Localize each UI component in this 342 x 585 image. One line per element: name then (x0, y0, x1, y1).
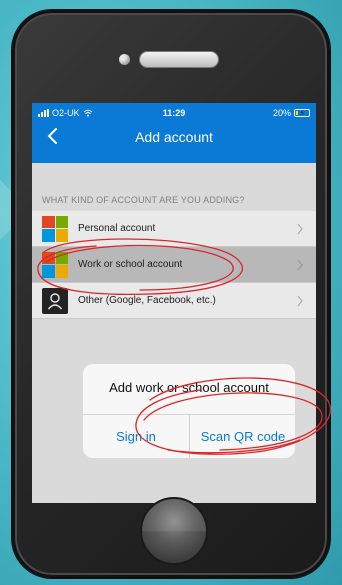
home-button[interactable] (140, 497, 208, 565)
add-account-alert: Add work or school account Sign in Scan … (83, 364, 295, 458)
earpiece-speaker (139, 51, 219, 68)
navigation-bar: O2-UK 11:29 20% ⚡ Add account (32, 103, 316, 163)
signal-strength-icon (38, 109, 49, 117)
phone-screen: O2-UK 11:29 20% ⚡ Add account WHAT KIND … (32, 103, 316, 503)
status-bar: O2-UK 11:29 20% ⚡ (32, 103, 316, 123)
scan-qr-code-button[interactable]: Scan QR code (190, 415, 295, 458)
wifi-icon (83, 109, 92, 117)
sign-in-button[interactable]: Sign in (83, 415, 189, 458)
alert-title: Add work or school account (109, 380, 269, 395)
battery-percentage: 20% (272, 108, 291, 118)
front-camera (119, 54, 130, 65)
charging-bolt-icon: ⚡ (299, 108, 306, 118)
battery-icon: ⚡ (294, 108, 310, 118)
carrier-name: O2-UK (52, 108, 80, 118)
phone-frame: O2-UK 11:29 20% ⚡ Add account WHAT KIND … (12, 10, 330, 578)
page-title: Add account (135, 129, 213, 145)
status-time: 11:29 (162, 108, 186, 118)
